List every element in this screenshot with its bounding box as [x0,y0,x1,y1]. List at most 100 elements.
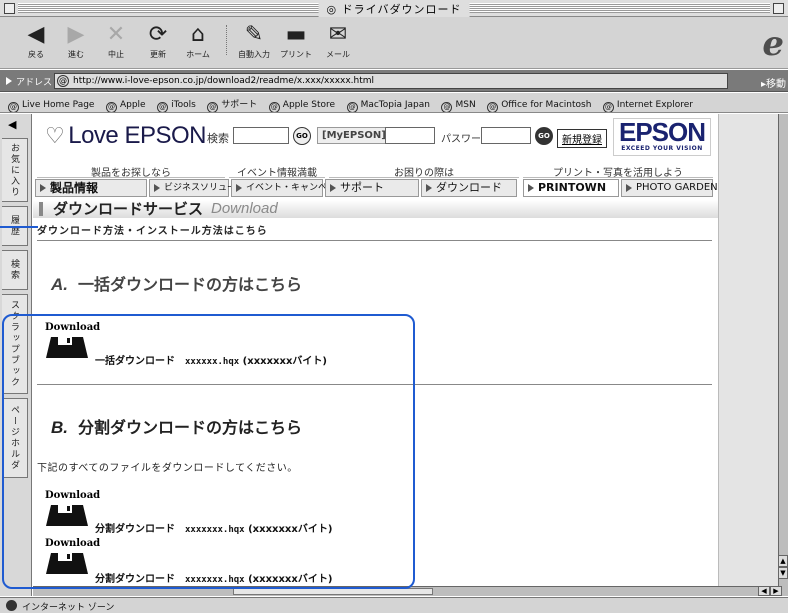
fav-office[interactable]: @ Office for Macintosh [487,100,591,112]
toolbar-separator [226,25,227,55]
refresh-label: 更新 [150,50,166,59]
fav-live-home-page[interactable]: @ Live Home Page [8,100,94,112]
horizontal-scroll-thumb[interactable] [233,588,433,595]
love-epson-logo[interactable]: ♡ Love EPSON [45,122,206,150]
callout-line [0,226,38,228]
stop-button[interactable]: ✕ 中止 [98,21,134,60]
nav-support[interactable]: サポート [325,179,419,197]
nav-products[interactable]: 製品情報 [35,179,147,197]
mail-button[interactable]: ✉ メール [320,21,356,60]
nav-group-print-label: プリント・写真を活用しよう [523,164,713,179]
fav-itools[interactable]: @ iTools [157,100,196,112]
fav-internet-explorer[interactable]: @ Internet Explorer [602,100,693,112]
service-title: ダウンロードサービス [53,200,204,218]
status-text: インターネット ゾーン [22,603,115,613]
fav-globe-icon: @ [207,102,219,112]
autofill-label: 自動入力 [238,50,270,59]
login-go-button[interactable]: GO [535,127,553,145]
search-go-button[interactable]: GO [293,127,311,145]
home-label: ホーム [186,50,210,59]
tab-search[interactable]: 検索 [2,250,28,290]
fav-support[interactable]: @ サポート [207,97,257,112]
status-bar: インターネット ゾーン [0,597,788,613]
print-label: プリント [280,50,312,59]
nav-group-events-label: イベント情報満載 [229,164,325,179]
forward-button[interactable]: ▶ 進む [58,21,94,60]
divider [37,240,712,241]
address-disclosure-icon[interactable] [6,77,12,85]
nav-group-products-label: 製品をお探しなら [37,164,225,179]
fav-msn[interactable]: @ MSN [441,100,476,112]
window-title-bar[interactable]: ◎ ドライバダウンロード [0,0,788,17]
brand-tagline: EXCEED YOUR VISION [621,145,703,152]
site-header: ♡ Love EPSON 検索 GO [MyEPSON] ID パスワード GO … [33,114,718,162]
internet-explorer-logo: e [762,24,784,64]
epson-brand-logo[interactable]: EPSON EXCEED YOUR VISION [613,118,711,156]
back-label: 戻る [28,50,44,59]
home-button[interactable]: ⌂ ホーム [180,21,216,60]
internet-zone-icon [6,600,17,611]
myepson-id-input[interactable] [385,127,435,144]
forward-arrow-icon: ▶ [67,22,85,47]
browser-toolbar: ◀ 戻る ▶ 進む ✕ 中止 ⟳ 更新 ⌂ ホーム ✎ 自動入力 ▬ プリント … [0,17,788,69]
download-service-banner: ダウンロードサービス Download [33,200,718,218]
brand-wordmark: EPSON [618,117,706,147]
tab-favorites[interactable]: お気に入り [2,138,28,202]
zoom-box[interactable] [773,3,784,14]
service-title-en: Download [211,200,278,217]
highlight-frame [2,314,415,589]
stop-x-icon: ✕ [106,22,126,47]
close-box[interactable] [4,3,15,14]
back-button[interactable]: ◀ 戻る [18,21,54,60]
address-url: http://www.i-love-epson.co.jp/download2/… [73,76,375,86]
nav-photo-garden[interactable]: PHOTO GARDEN [621,179,718,197]
address-label: アドレス : [16,78,58,88]
autofill-icon: ✎ [244,22,264,47]
search-input[interactable] [233,127,289,144]
fav-globe-icon: @ [268,102,280,112]
nav-download[interactable]: ダウンロード [421,179,517,197]
page-right-margin [718,114,778,596]
section-a-heading: A. 一括ダウンロードの方はこちら [51,275,303,294]
refresh-icon: ⟳ [148,22,168,47]
banner-accent [39,202,43,216]
search-label: 検索 [207,132,229,145]
go-button[interactable]: ▸移動 [761,75,786,90]
nav-business-solutions[interactable]: ビジネスソリューション [149,179,263,197]
fav-apple-store[interactable]: @ Apple Store [268,100,335,112]
address-field[interactable]: @ http://www.i-love-epson.co.jp/download… [54,73,728,89]
install-howto-link[interactable]: ダウンロード方法・インストール方法はこちら [37,222,268,237]
back-arrow-icon: ◀ [27,22,45,47]
autofill-button[interactable]: ✎ 自動入力 [236,21,272,60]
scroll-right-arrow-icon[interactable]: ▶ [770,586,782,596]
register-link[interactable]: 新規登録 [557,129,607,148]
fav-globe-icon: @ [346,102,358,112]
address-bar: アドレス : @ http://www.i-love-epson.co.jp/d… [0,70,788,92]
fav-mactopia[interactable]: @ MacTopia Japan [346,100,430,112]
mail-label: メール [326,50,350,59]
printer-icon: ▬ [285,22,307,47]
scroll-down-arrow-icon[interactable]: ▼ [778,567,788,579]
heart-logo-icon: ♡ [45,123,65,148]
page-proxy-icon: @ [57,75,69,87]
scroll-up-arrow-icon[interactable]: ▲ [778,555,788,567]
print-button[interactable]: ▬ プリント [278,21,314,60]
password-input[interactable] [481,127,531,144]
favorites-bar: @ Live Home Page @ Apple @ iTools @ サポート @ Ap… [0,93,788,113]
stop-label: 中止 [108,50,124,59]
fav-globe-icon: @ [441,102,453,112]
nav-printown[interactable]: PRINTOWN [523,179,619,197]
fav-globe-icon: @ [157,102,169,112]
fav-globe-icon: @ [8,102,19,112]
fav-globe-icon: @ [105,102,117,112]
refresh-button[interactable]: ⟳ 更新 [140,21,176,60]
fav-globe-icon: @ [602,102,614,112]
mail-icon: ✉ [328,22,348,47]
fav-apple[interactable]: @ Apple [105,100,146,112]
window-title: ◎ ドライバダウンロード [318,1,470,17]
scroll-left-arrow-icon[interactable]: ◀ [758,586,770,596]
collapse-tabs-icon[interactable]: ◀ [8,118,16,131]
nav-events-campaigns[interactable]: イベント・キャンペーン [231,179,345,197]
nav-group-help-label: お困りの際は [329,164,519,179]
vertical-scrollbar[interactable] [778,114,788,596]
